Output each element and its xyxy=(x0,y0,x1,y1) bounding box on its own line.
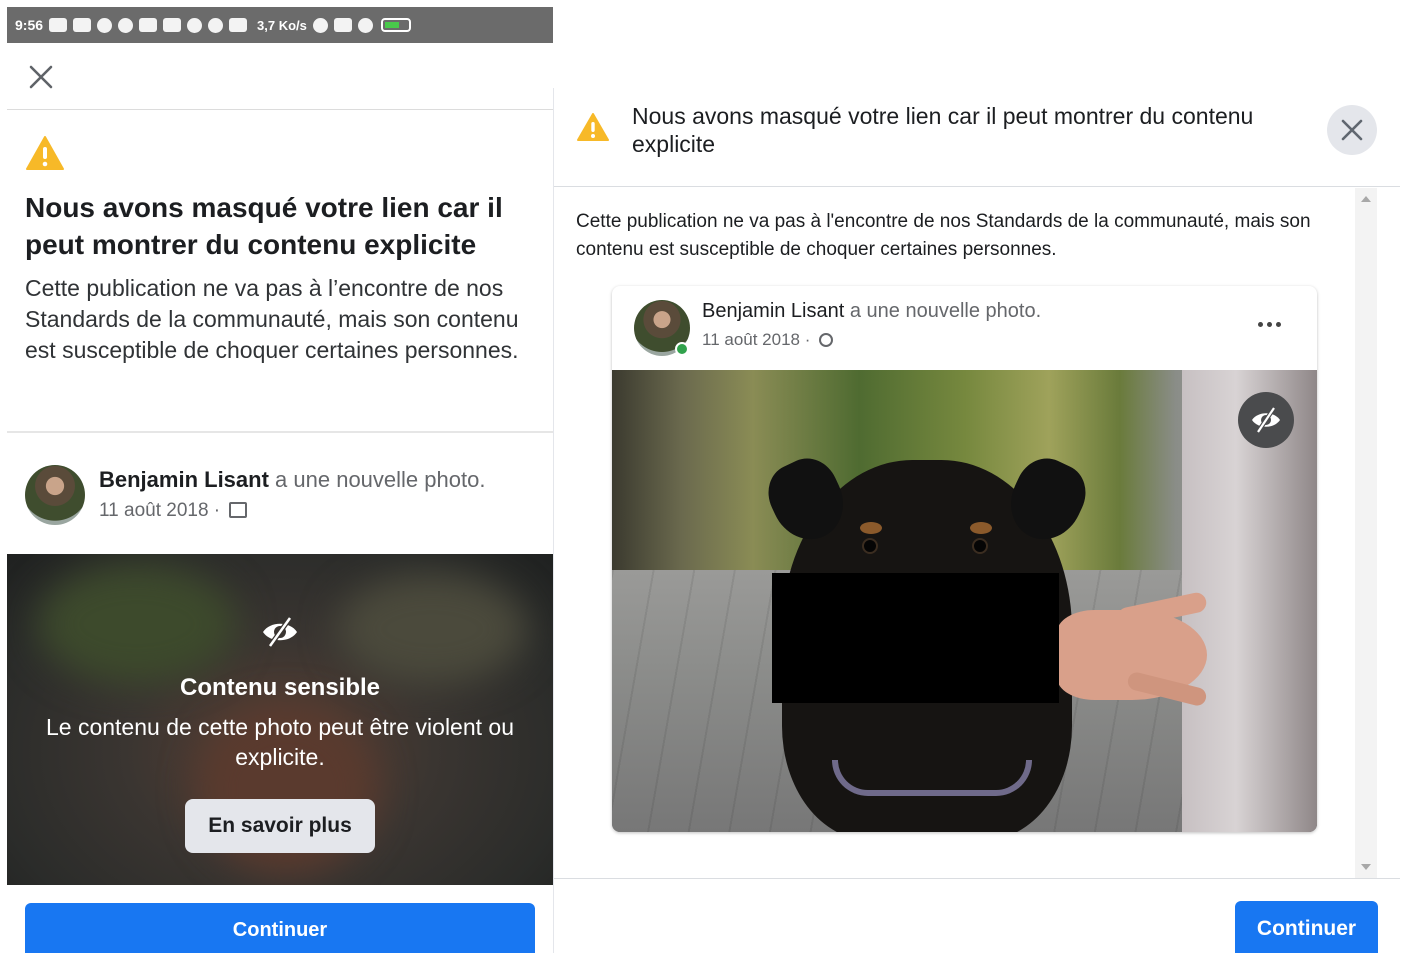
eye-slash-icon xyxy=(263,616,297,648)
dog-marking xyxy=(970,522,992,534)
public-icon xyxy=(819,333,834,347)
app-icon xyxy=(97,17,113,33)
divider xyxy=(554,878,1400,879)
post-meta: 11 août 2018 · xyxy=(99,500,248,522)
post-date[interactable]: 11 août 2018 · xyxy=(702,330,810,349)
continue-button[interactable]: Continuer xyxy=(1235,901,1378,953)
mobile-screenshot: 9:56 3,7 Ko/s Nous avons masqué votre li… xyxy=(7,7,553,953)
divider xyxy=(7,109,553,110)
post-action: a une nouvelle photo. xyxy=(275,467,486,492)
close-icon xyxy=(1341,119,1363,141)
hand-figure xyxy=(1057,610,1207,700)
avatar[interactable] xyxy=(25,465,85,525)
message-icon xyxy=(49,18,68,32)
facebook-icon xyxy=(208,17,224,33)
dog-eye xyxy=(862,538,878,554)
dialog-description: Cette publication ne va pas à l'encontre… xyxy=(576,211,1311,260)
scrollbar[interactable] xyxy=(1355,188,1377,878)
scroll-down-icon[interactable] xyxy=(1361,864,1371,870)
dialog-description: Cette publication ne va pas à l’encontre… xyxy=(25,275,519,363)
sensitive-description: Le contenu de cette photo peut être viol… xyxy=(45,714,515,770)
sensitive-title: Contenu sensible xyxy=(179,674,381,701)
blur-shape xyxy=(37,564,237,684)
censor-bar xyxy=(772,573,1059,703)
author-name[interactable]: Benjamin Lisant xyxy=(702,300,844,322)
more-options-button[interactable] xyxy=(1252,314,1286,334)
dialog-title: Nous avons masqué votre lien car il peut… xyxy=(632,103,1254,157)
friends-icon xyxy=(229,502,248,518)
status-time: 9:56 xyxy=(15,17,44,33)
account-icon xyxy=(73,18,92,32)
more-icon xyxy=(1266,321,1272,327)
check-icon xyxy=(118,17,134,33)
network-speed: 3,7 Ko/s xyxy=(257,17,307,33)
dog-marking xyxy=(860,522,882,534)
post-date[interactable]: 11 août 2018 · xyxy=(99,500,220,521)
continue-button[interactable]: Continuer xyxy=(25,903,535,953)
close-button[interactable] xyxy=(1327,105,1377,155)
author-name[interactable]: Benjamin Lisant xyxy=(99,467,269,492)
post-action: a une nouvelle photo. xyxy=(849,300,1042,322)
more-icon xyxy=(1257,321,1263,327)
post-header: Benjamin Lisant a une nouvelle photo. xyxy=(702,300,1041,323)
battery-icon xyxy=(380,18,411,32)
desktop-dialog: Nous avons masqué votre lien car il peut… xyxy=(553,88,1403,953)
divider xyxy=(7,431,553,433)
post-card: Benjamin Lisant a une nouvelle photo. 11… xyxy=(612,286,1317,832)
status-bar: 9:56 3,7 Ko/s xyxy=(7,7,553,43)
signal-icon xyxy=(333,18,352,32)
eye-slash-icon xyxy=(1252,406,1280,434)
close-icon[interactable] xyxy=(25,61,57,93)
scroll-up-icon[interactable] xyxy=(1361,196,1371,202)
sensitive-photo-overlay: Contenu sensible Le contenu de cette pho… xyxy=(7,554,553,885)
dog-collar xyxy=(832,760,1032,796)
warning-icon xyxy=(26,136,64,170)
more-icon xyxy=(1275,321,1281,327)
dog-eye xyxy=(972,538,988,554)
post-photo xyxy=(612,370,1317,832)
alarm-icon xyxy=(312,17,328,33)
blur-shape xyxy=(337,574,527,684)
download-icon xyxy=(163,18,182,32)
warning-icon xyxy=(577,113,609,141)
online-indicator xyxy=(675,342,689,356)
wifi-icon xyxy=(357,17,373,33)
hide-photo-button[interactable] xyxy=(1238,392,1294,448)
divider xyxy=(554,186,1400,187)
learn-more-button[interactable]: En savoir plus xyxy=(185,799,375,853)
post-header: Benjamin Lisant a une nouvelle photo. xyxy=(99,467,485,493)
qr-icon xyxy=(139,18,158,32)
post-meta: 11 août 2018 · xyxy=(702,330,834,350)
dialog-title: Nous avons masqué votre lien car il peut… xyxy=(25,192,503,260)
gallery-icon xyxy=(229,18,248,32)
whatsapp-icon xyxy=(187,17,203,33)
